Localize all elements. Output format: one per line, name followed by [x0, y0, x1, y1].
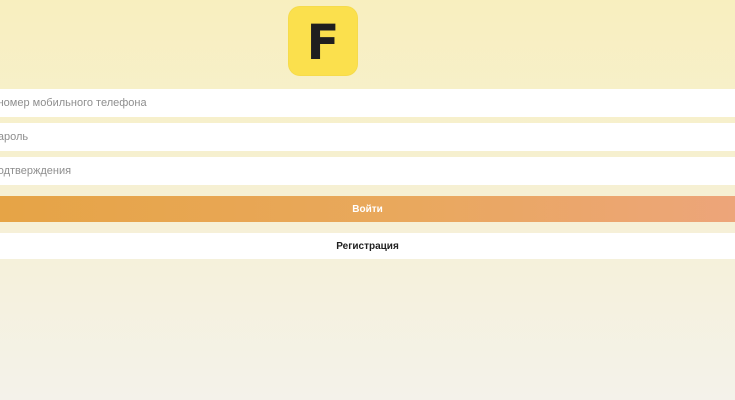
password-field-row	[0, 123, 735, 151]
phone-input[interactable]	[0, 89, 735, 117]
app-logo: F	[288, 6, 358, 76]
password-input[interactable]	[0, 123, 735, 151]
code-field-row	[0, 157, 735, 185]
verification-code-input[interactable]	[0, 157, 735, 185]
phone-field-row	[0, 89, 735, 117]
register-button[interactable]: Регистрация	[0, 233, 735, 259]
logo-letter: F	[306, 15, 340, 71]
login-button[interactable]: Войти	[0, 196, 735, 222]
